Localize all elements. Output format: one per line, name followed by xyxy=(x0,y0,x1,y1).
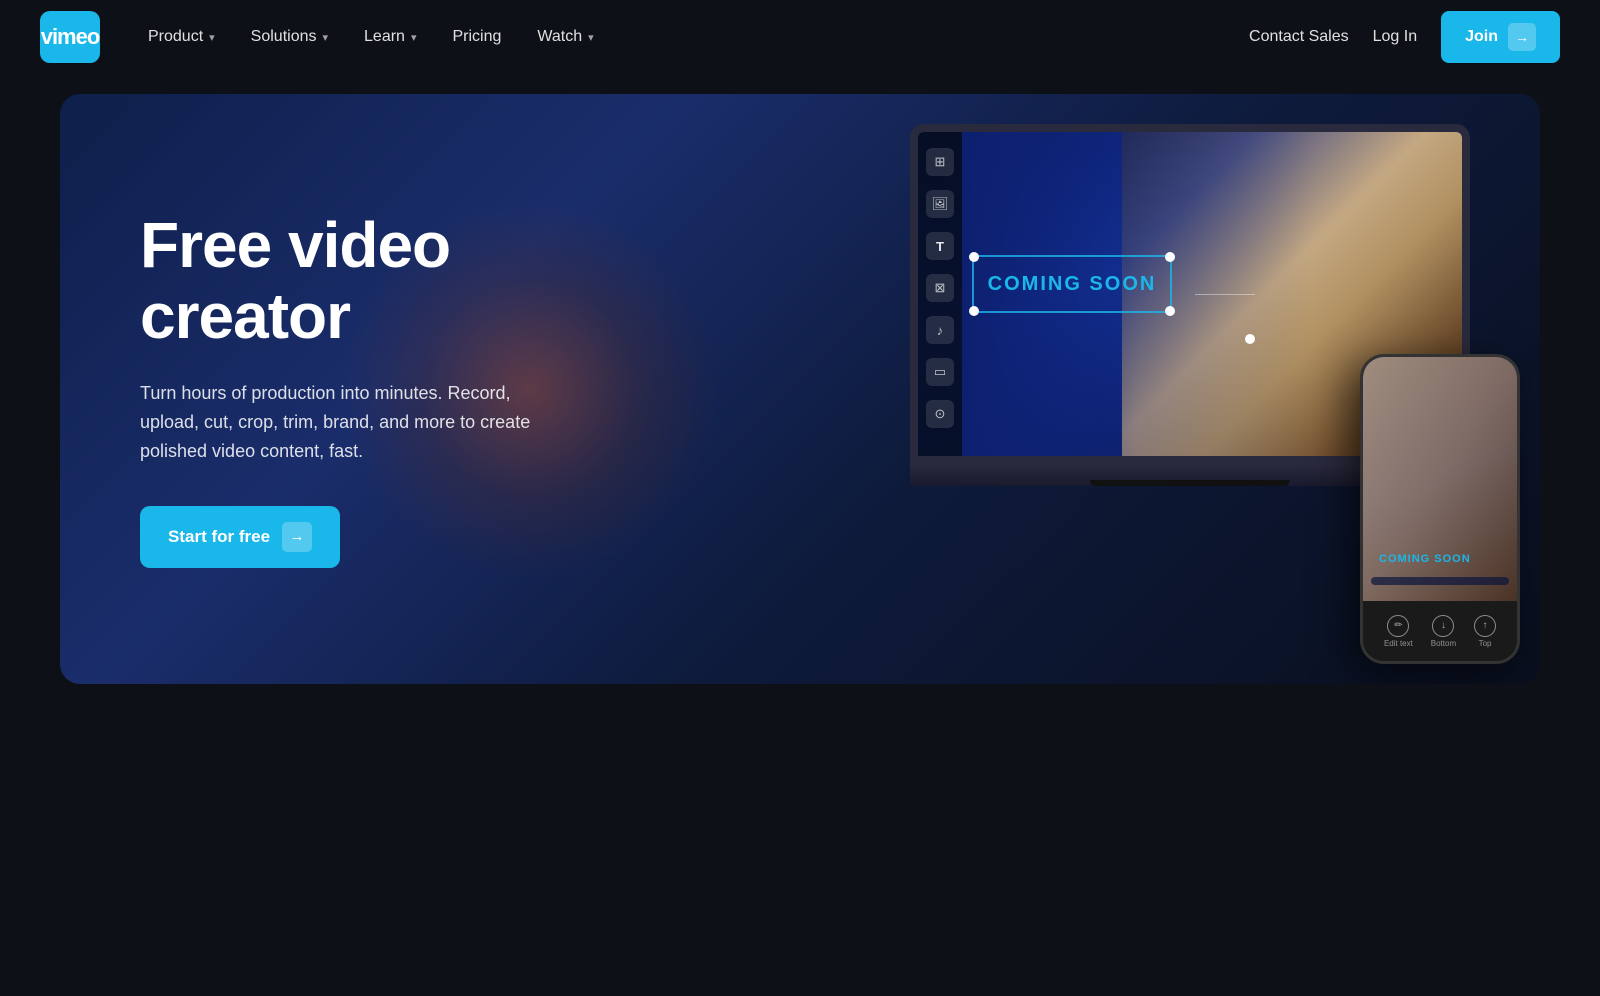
phone-bottom-bar: ✏ Edit text ↓ Bottom ↑ Top xyxy=(1363,601,1517,661)
toolbar-image-icon: 🖼 xyxy=(926,190,954,218)
bottom-icon: ↓ xyxy=(1432,615,1454,637)
contact-sales-button[interactable]: Contact Sales xyxy=(1249,28,1349,46)
navbar: vimeo Product ▾ Solutions ▾ Learn ▾ Pric… xyxy=(0,0,1600,74)
join-button[interactable]: Join → xyxy=(1441,11,1560,63)
nav-item-learn[interactable]: Learn ▾ xyxy=(348,20,432,54)
laptop-toolbar: ⊞ 🖼 T ⊠ ♪ ▭ ⊙ xyxy=(918,132,962,456)
nav-item-product[interactable]: Product ▾ xyxy=(132,20,231,54)
nav-watch-label: Watch xyxy=(537,28,582,46)
phone-mockup: COMING SOON ✏ Edit text ↓ Bottom ↑ Top xyxy=(1360,354,1520,664)
chevron-down-icon: ▾ xyxy=(411,31,417,44)
nav-learn-label: Learn xyxy=(364,28,405,46)
toolbar-layout-icon: ⊠ xyxy=(926,274,954,302)
hero-content: Free video creator Turn hours of product… xyxy=(60,150,620,627)
nav-right: Contact Sales Log In Join → xyxy=(1249,11,1560,63)
phone-top-label: Top xyxy=(1479,639,1492,648)
toolbar-caption-icon: ▭ xyxy=(926,358,954,386)
phone-coming-soon-box: COMING SOON xyxy=(1371,577,1509,585)
phone-edit-label: Edit text xyxy=(1384,639,1413,648)
toolbar-grid-icon: ⊞ xyxy=(926,148,954,176)
nav-pricing-label: Pricing xyxy=(452,28,501,46)
chevron-down-icon: ▾ xyxy=(323,31,329,44)
toolbar-text-icon: T xyxy=(926,232,954,260)
chevron-down-icon: ▾ xyxy=(588,31,594,44)
selection-line xyxy=(1195,294,1255,295)
phone-bottom-label: Bottom xyxy=(1431,639,1456,648)
logo[interactable]: vimeo xyxy=(40,11,100,63)
start-btn-label: Start for free xyxy=(168,527,270,547)
chevron-down-icon: ▾ xyxy=(209,31,215,44)
phone-screen: COMING SOON xyxy=(1363,357,1517,601)
phone-coming-soon-text: COMING SOON xyxy=(1379,553,1501,565)
toolbar-music-icon: ♪ xyxy=(926,316,954,344)
login-button[interactable]: Log In xyxy=(1373,28,1417,46)
hero-section: Free video creator Turn hours of product… xyxy=(60,94,1540,684)
hero-subtitle: Turn hours of production into minutes. R… xyxy=(140,379,540,465)
phone-edit-text-icon: ✏ Edit text xyxy=(1384,615,1413,648)
start-arrow-icon: → xyxy=(282,522,312,552)
selection-handle-tl xyxy=(969,252,979,262)
hero-visual: ⊞ 🖼 T ⊠ ♪ ▭ ⊙ xyxy=(880,94,1540,684)
start-for-free-button[interactable]: Start for free → xyxy=(140,506,340,568)
edit-icon: ✏ xyxy=(1387,615,1409,637)
logo-text: vimeo xyxy=(41,24,100,50)
coming-soon-box: COMING SOON xyxy=(972,255,1172,313)
coming-soon-text: COMING SOON xyxy=(988,273,1157,296)
nav-product-label: Product xyxy=(148,28,203,46)
phone-top-position-icon: ↑ Top xyxy=(1474,615,1496,648)
join-label: Join xyxy=(1465,28,1498,46)
hero-title: Free video creator xyxy=(140,210,540,351)
phone-bottom-position-icon: ↓ Bottom xyxy=(1431,615,1456,648)
nav-links: Product ▾ Solutions ▾ Learn ▾ Pricing Wa… xyxy=(132,20,1249,54)
top-icon: ↑ xyxy=(1474,615,1496,637)
logo-box: vimeo xyxy=(40,11,100,63)
nav-solutions-label: Solutions xyxy=(251,28,317,46)
nav-item-solutions[interactable]: Solutions ▾ xyxy=(235,20,344,54)
toolbar-settings-icon: ⊙ xyxy=(926,400,954,428)
nav-item-watch[interactable]: Watch ▾ xyxy=(521,20,609,54)
join-arrow-icon: → xyxy=(1508,23,1536,51)
nav-item-pricing[interactable]: Pricing xyxy=(436,20,517,54)
